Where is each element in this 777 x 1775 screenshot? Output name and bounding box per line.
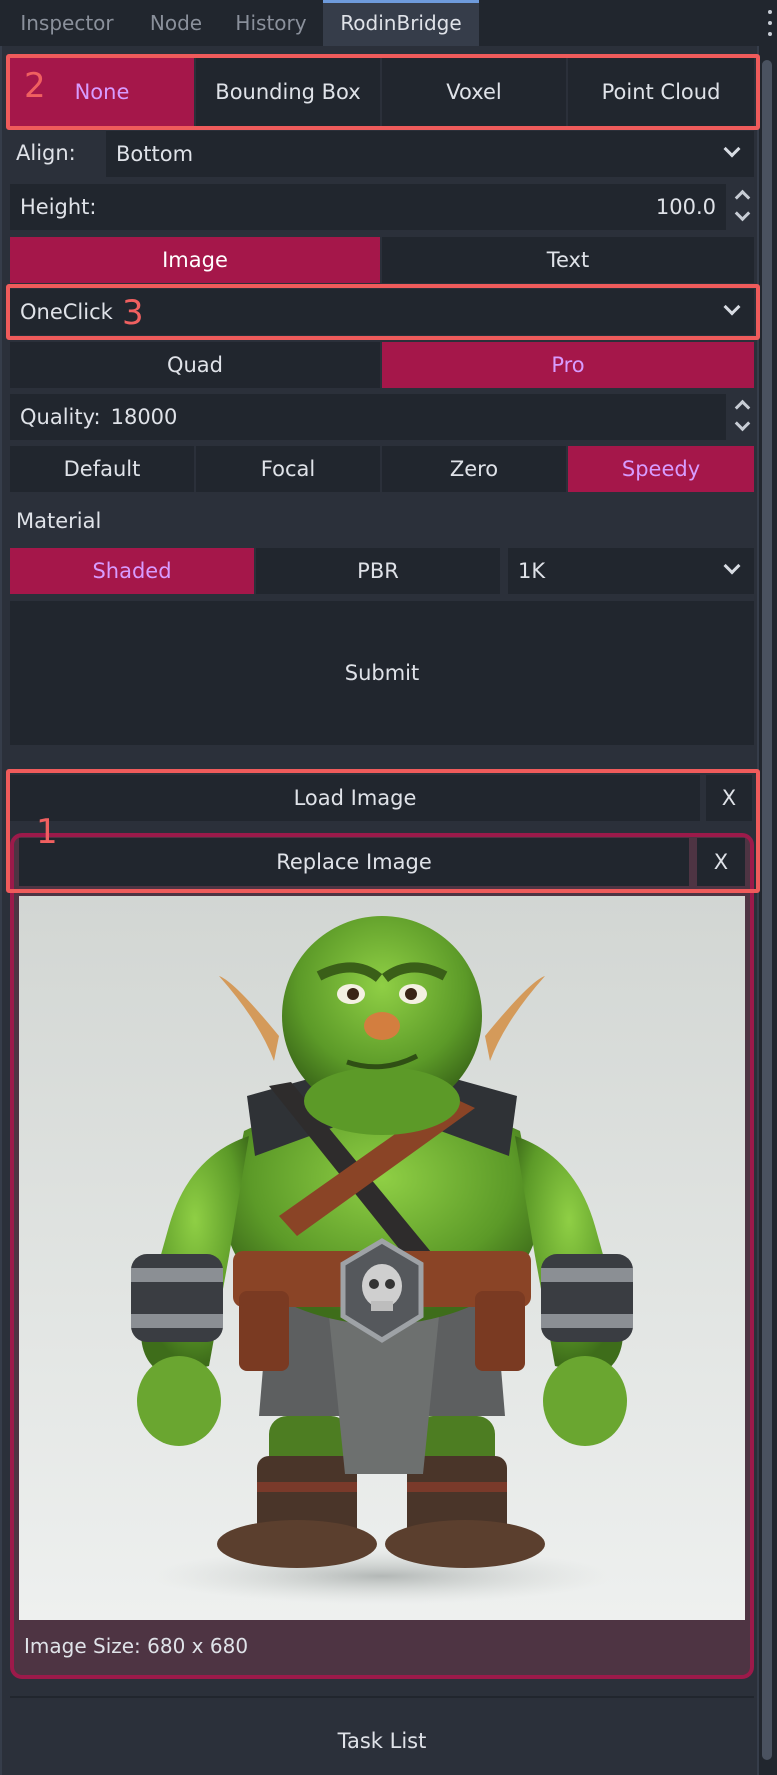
- more-options-icon[interactable]: [763, 6, 777, 40]
- tab-inspector[interactable]: Inspector: [6, 0, 128, 46]
- annotation-box-2: [6, 54, 760, 130]
- height-label: Height:: [20, 195, 97, 219]
- goblin-illustration: [131, 916, 633, 1604]
- align-value: Bottom: [116, 142, 194, 166]
- quad-button[interactable]: Quad: [10, 342, 380, 388]
- annotation-box-1: [6, 769, 760, 893]
- focal-button[interactable]: Focal: [196, 446, 380, 492]
- annotation-number-1: 1: [36, 812, 58, 852]
- quality-field[interactable]: Quality: 18000: [10, 394, 726, 440]
- image-size-text: Image Size: 680 x 680: [24, 1634, 249, 1658]
- align-dropdown[interactable]: Bottom: [106, 131, 754, 177]
- tab-rodinbridge[interactable]: RodinBridge: [323, 0, 479, 46]
- task-list-button[interactable]: Task List: [10, 1706, 754, 1775]
- scrollbar-thumb[interactable]: [762, 60, 772, 1760]
- annotation-box-3: [6, 284, 760, 340]
- pbr-button[interactable]: PBR: [256, 548, 500, 594]
- height-value: 100.0: [655, 195, 716, 219]
- align-label: Align:: [16, 141, 76, 165]
- resolution-value: 1K: [518, 559, 546, 583]
- task-list-divider: [10, 1696, 754, 1698]
- tab-history[interactable]: History: [223, 0, 319, 46]
- submit-button[interactable]: Submit: [10, 601, 754, 745]
- chevron-down-icon: [723, 140, 741, 158]
- text-mode-button[interactable]: Text: [382, 237, 754, 283]
- chevron-down-icon: [723, 557, 741, 575]
- resolution-dropdown[interactable]: 1K: [508, 548, 754, 594]
- material-label: Material: [16, 509, 102, 533]
- height-field[interactable]: Height: 100.0: [10, 184, 726, 230]
- goblin-preview-image: [19, 896, 745, 1620]
- pro-button[interactable]: Pro: [382, 342, 754, 388]
- image-mode-button[interactable]: Image: [10, 237, 380, 283]
- quality-label: Quality:: [20, 405, 101, 429]
- annotation-number-3: 3: [122, 293, 144, 333]
- quality-value: 18000: [110, 405, 178, 429]
- annotation-number-2: 2: [24, 66, 46, 106]
- shaded-button[interactable]: Shaded: [10, 548, 254, 594]
- zero-button[interactable]: Zero: [382, 446, 566, 492]
- default-button[interactable]: Default: [10, 446, 194, 492]
- speedy-button[interactable]: Speedy: [568, 446, 754, 492]
- tab-node[interactable]: Node: [131, 0, 221, 46]
